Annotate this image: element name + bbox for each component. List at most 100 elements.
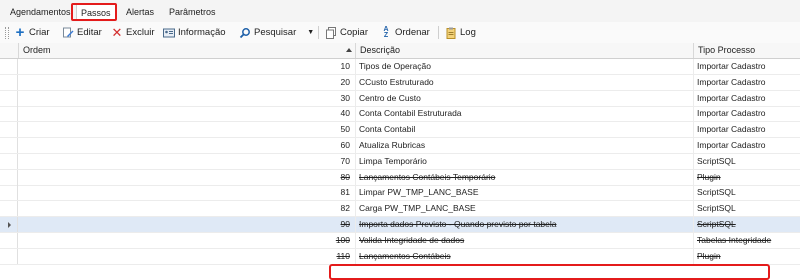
cell-tipo-processo: ScriptSQL <box>693 217 800 232</box>
edit-document-icon <box>62 27 74 39</box>
info-button[interactable]: Informação <box>163 24 226 41</box>
cell-ordem: 82 <box>340 203 350 214</box>
tab-alertas[interactable]: Alertas <box>122 4 158 20</box>
cell-descricao: Conta Contabil Estruturada <box>355 106 693 122</box>
cell-tipo-processo: Importar Cadastro <box>693 122 800 138</box>
cell-descricao: Limpa Temporário <box>355 153 693 169</box>
cell-ordem: 70 <box>340 155 350 166</box>
row-indicator-header <box>0 43 18 58</box>
column-header-descricao[interactable]: Descrição <box>355 43 693 58</box>
row-indicator-cell[interactable] <box>0 248 18 264</box>
cell-tipo-processo: ScriptSQL <box>693 185 800 201</box>
cell-ordem: 10 <box>340 61 350 71</box>
cell-ordem: 40 <box>340 108 350 119</box>
row-indicator-cell[interactable] <box>0 153 18 169</box>
toolbar-grip[interactable] <box>5 27 9 39</box>
plus-icon: + <box>15 23 25 41</box>
table-row[interactable]: 90 Importa dados Previsto - Quando previs… <box>0 217 800 233</box>
table-row[interactable]: 30 Centro de Custo Importar Cadastro <box>0 90 800 107</box>
cell-descricao: Conta Contabil <box>355 122 693 138</box>
sort-label: Ordenar <box>395 27 430 38</box>
cell-ordem: 80 <box>340 171 350 182</box>
sort-az-icon: AZ <box>383 25 389 39</box>
table-row[interactable]: 60 Atualiza Rubricas Importar Cadastro <box>0 138 800 154</box>
cell-descricao: Centro de Custo <box>355 90 693 106</box>
cell-tipo-processo: Importar Cadastro <box>693 138 800 153</box>
cell-descricao: Tipos de Operação <box>355 59 693 74</box>
cell-descricao: Importa dados Previsto - Quando previsto… <box>355 217 693 232</box>
log-label: Log <box>460 27 476 38</box>
table-row[interactable]: 50 Conta Contabil Importar Cadastro <box>0 122 800 139</box>
table-row[interactable]: 20 CCusto Estruturado Importar Cadastro <box>0 74 800 91</box>
tab-strip: Agendamentos Passos Alertas Parâmetros <box>0 0 800 23</box>
cell-ordem: 50 <box>340 124 350 135</box>
row-indicator-cell[interactable] <box>0 90 18 106</box>
log-button[interactable]: Log <box>445 24 476 41</box>
delete-button[interactable]: ✕ Excluir <box>111 24 155 41</box>
steps-grid: Ordem Descrição Tipo Processo 10 Tipos de… <box>0 43 800 280</box>
table-row[interactable]: 80 Lançamentos Contábeis Temporário Plugin <box>0 169 800 186</box>
info-card-icon <box>163 27 175 39</box>
column-header-ordem[interactable]: Ordem <box>18 43 355 58</box>
create-button[interactable]: + Criar <box>14 24 50 41</box>
row-indicator-cell[interactable] <box>0 232 18 248</box>
table-row[interactable]: 110 Lançamentos Contábeis Plugin <box>0 248 800 265</box>
cell-descricao: Atualiza Rubricas <box>355 138 693 153</box>
chevron-down-icon[interactable]: ▼ <box>307 24 314 41</box>
cell-tipo-processo: Tabelas Integridade <box>693 232 800 248</box>
cell-tipo-processo: Importar Cadastro <box>693 106 800 122</box>
cell-descricao: Valida Integridade de dados <box>355 232 693 248</box>
info-label: Informação <box>178 27 226 38</box>
create-label: Criar <box>29 27 50 38</box>
column-header-tipo-processo[interactable]: Tipo Processo <box>693 43 800 58</box>
toolbar-separator <box>318 26 319 39</box>
cell-descricao: Limpar PW_TMP_LANC_BASE <box>355 185 693 201</box>
row-indicator-cell[interactable] <box>0 59 18 74</box>
cell-tipo-processo: ScriptSQL <box>693 153 800 169</box>
cell-tipo-processo: Importar Cadastro <box>693 74 800 90</box>
table-row[interactable]: 82 Carga PW_TMP_LANC_BASE ScriptSQL <box>0 201 800 218</box>
table-row[interactable]: 10 Tipos de Operação Importar Cadastro <box>0 59 800 75</box>
cell-ordem: 81 <box>340 187 350 198</box>
grid-header: Ordem Descrição Tipo Processo <box>0 43 800 59</box>
cell-ordem: 30 <box>340 92 350 103</box>
copy-button[interactable]: Copiar <box>325 24 368 41</box>
cell-ordem: 100 <box>335 234 350 245</box>
tab-agendamentos[interactable]: Agendamentos <box>6 4 75 20</box>
table-row[interactable]: 70 Limpa Temporário ScriptSQL <box>0 153 800 170</box>
cell-descricao: CCusto Estruturado <box>355 74 693 90</box>
cell-tipo-processo: Plugin <box>693 169 800 185</box>
current-row-arrow-icon <box>8 222 11 228</box>
row-highlight-marker <box>329 264 770 280</box>
cell-descricao: Carga PW_TMP_LANC_BASE <box>355 201 693 217</box>
tab-highlight-marker <box>71 3 117 21</box>
copy-label: Copiar <box>340 27 368 38</box>
row-indicator-cell[interactable] <box>0 169 18 185</box>
table-row[interactable]: 100 Valida Integridade de dados Tabelas In… <box>0 232 800 249</box>
cell-tipo-processo: Importar Cadastro <box>693 90 800 106</box>
clipboard-icon <box>445 27 457 39</box>
row-indicator-cell[interactable] <box>0 106 18 122</box>
search-icon <box>239 27 251 39</box>
cell-ordem: 60 <box>340 140 350 150</box>
cell-tipo-processo: ScriptSQL <box>693 201 800 217</box>
sort-button[interactable]: AZ Ordenar <box>380 24 430 41</box>
edit-button[interactable]: Editar <box>62 24 102 41</box>
table-row[interactable]: 40 Conta Contabil Estruturada Importar Cad… <box>0 106 800 123</box>
row-indicator-cell[interactable] <box>0 122 18 138</box>
row-indicator-cell[interactable] <box>0 201 18 217</box>
delete-x-icon: ✕ <box>111 24 123 40</box>
cell-ordem: 90 <box>340 219 350 229</box>
tab-parametros[interactable]: Parâmetros <box>165 4 220 20</box>
sort-ascending-icon <box>346 48 352 52</box>
search-button[interactable]: Pesquisar ▼ <box>239 24 314 41</box>
cell-descricao: Lançamentos Contábeis <box>355 248 693 264</box>
search-label: Pesquisar <box>254 27 297 38</box>
row-indicator-cell[interactable] <box>0 138 18 153</box>
table-row[interactable]: 81 Limpar PW_TMP_LANC_BASE ScriptSQL <box>0 185 800 202</box>
delete-label: Excluir <box>126 27 155 38</box>
row-indicator-cell[interactable] <box>0 217 18 232</box>
row-indicator-cell[interactable] <box>0 185 18 201</box>
edit-label: Editar <box>77 27 102 38</box>
row-indicator-cell[interactable] <box>0 74 18 90</box>
